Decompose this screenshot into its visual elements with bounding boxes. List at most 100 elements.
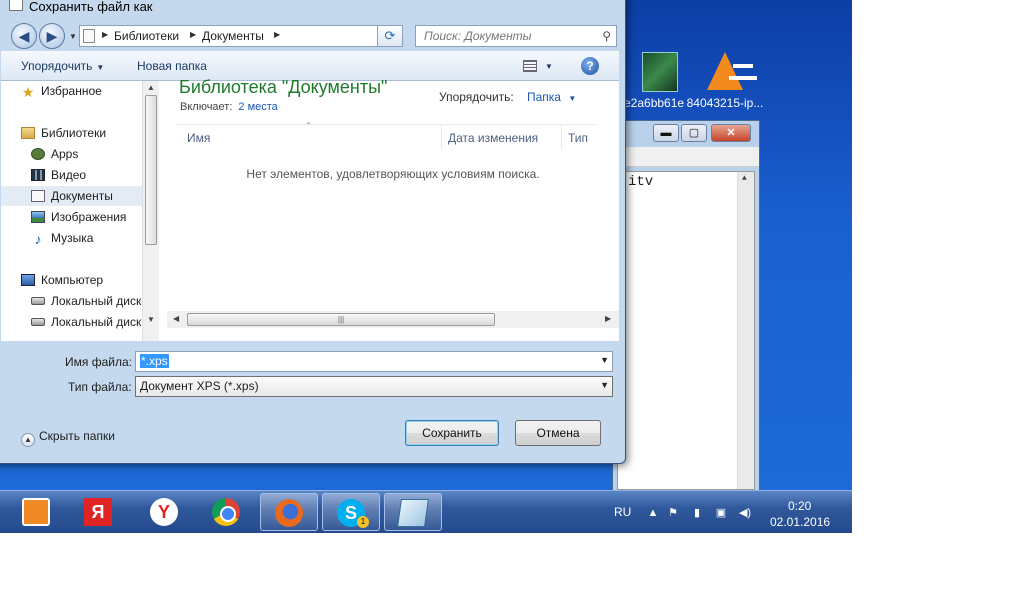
libraries-icon [21,127,35,139]
nav-label: Музыка [51,231,94,245]
scroll-left-arrow[interactable]: ◀ [173,314,179,323]
nav-item-images[interactable]: Изображения [1,207,142,227]
background-notepad-window[interactable]: ▬ ▢ ✕ itv ▲ [612,120,760,495]
show-hidden-icons-icon[interactable]: ▲ [646,507,660,519]
chevron-right-icon[interactable]: ▶ [190,30,196,39]
notepad-icon [397,499,429,527]
hide-folders-button[interactable]: ▲ Скрыть папки [21,429,115,447]
breadcrumb-libraries[interactable]: Библиотеки [114,29,179,43]
includes-locations-link[interactable]: 2 места [238,101,277,113]
taskbar-media-player[interactable] [8,493,66,531]
documents-icon [31,190,45,202]
new-folder-button[interactable]: Новая папка [137,59,207,73]
firefox-icon [275,499,303,527]
clock-time[interactable]: 0:20 [788,499,811,513]
taskbar-skype[interactable]: S 1 [322,493,380,531]
nav-item-music[interactable]: ♪ Музыка [1,228,142,248]
nav-item-computer[interactable]: Компьютер [1,270,142,290]
refresh-button[interactable]: ⟳ [377,25,403,47]
breadcrumb-documents[interactable]: Документы [202,29,264,43]
nav-item-documents[interactable]: Документы [1,186,142,206]
music-note-icon: ♪ [34,231,42,247]
nav-item-video[interactable]: Видео [1,165,142,185]
language-indicator[interactable]: RU [614,505,631,519]
column-header-name[interactable]: Имя [187,131,210,145]
forward-button[interactable]: ▶ [39,23,65,49]
hide-folders-label: Скрыть папки [39,429,115,443]
arrange-by-dropdown[interactable]: Папка ▼ [527,90,576,104]
taskbar-yandex[interactable]: Я [70,493,128,531]
navigation-pane: ★ Избранное Библиотеки Apps Видео Докумен… [1,81,159,341]
save-button[interactable]: Сохранить [405,420,499,446]
nav-label: Локальный диск [51,294,142,308]
history-dropdown-icon[interactable]: ▼ [69,32,77,41]
desktop-icon-image[interactable]: e2a6bb61e [618,52,688,110]
cancel-button[interactable]: Отмена [515,420,601,446]
scroll-thumb[interactable] [145,95,157,245]
chevron-down-icon[interactable]: ▼ [600,355,609,365]
search-icon[interactable]: ⚲ [602,29,611,43]
maximize-button[interactable]: ▢ [681,124,707,142]
desktop-icon-label: e2a6bb61e [624,96,685,110]
desktop-icon-vlc[interactable]: 84043215-ip... [684,52,766,110]
chevron-right-icon[interactable]: ▶ [102,30,108,39]
nav-item-libraries[interactable]: Библиотеки [1,123,142,143]
chrome-icon [212,498,240,526]
arrange-by-value: Папка [527,90,561,104]
nav-item-local-disk[interactable]: Локальный диск [1,312,142,332]
file-list-pane: Библиотека "Документы" Включает: 2 места … [167,77,619,341]
search-input[interactable]: Поиск: Документы ⚲ [415,25,617,47]
action-center-flag-icon[interactable]: ⚑ [666,507,680,519]
filename-input[interactable]: *.xps ▼ [135,351,613,372]
view-options-icon[interactable] [523,60,537,72]
organize-label: Упорядочить [21,59,93,73]
network-icon[interactable]: ▣ [714,507,728,519]
text-area[interactable]: itv ▲ [617,171,755,490]
window-caption: ▬ ▢ ✕ [613,121,759,147]
hard-disk-icon [31,318,45,326]
image-file-icon [642,52,678,92]
filetype-select[interactable]: Документ XPS (*.xps) ▼ [135,376,613,397]
apps-library-icon [31,148,45,160]
navigation-row: ◀ ▶ ▼ ▶ Библиотеки ▶ Документы ▶ ▼ ⟳ Пои… [0,17,625,53]
taskbar-firefox[interactable] [260,493,318,531]
close-button[interactable]: ✕ [711,124,751,142]
scroll-right-arrow[interactable]: ▶ [605,314,611,323]
column-header-date-modified[interactable]: Дата изменения [448,131,538,145]
taskbar-notepad[interactable] [384,493,442,531]
vlc-cone-icon [707,52,757,92]
help-icon[interactable]: ? [581,57,599,75]
nav-label: Apps [51,147,79,161]
taskbar-chrome[interactable] [198,493,256,531]
dialog-icon [9,0,23,11]
vertical-scrollbar[interactable]: ▲ [737,172,754,489]
hard-disk-icon [31,297,45,305]
filename-value: *.xps [140,354,169,368]
back-button[interactable]: ◀ [11,23,37,49]
column-separator [441,125,442,149]
nav-vertical-scrollbar[interactable]: ▲ ▼ [142,81,159,341]
nav-item-local-disk[interactable]: Локальный диск [1,291,142,311]
sort-up-arrow-icon: ⌃ [305,121,312,130]
scroll-up-arrow[interactable]: ▲ [147,83,155,92]
minimize-button[interactable]: ▬ [653,124,679,142]
scroll-thumb[interactable]: ||| [187,313,495,326]
menu-bar [613,147,759,167]
horizontal-scrollbar[interactable]: ◀ ||| ▶ [167,311,619,328]
nav-label: Документы [51,189,113,203]
scroll-up-arrow[interactable]: ▲ [742,174,747,183]
chevron-right-icon[interactable]: ▶ [274,30,280,39]
scroll-down-arrow[interactable]: ▼ [147,315,155,324]
chevron-down-icon[interactable]: ▼ [600,380,609,390]
folder-icon [83,29,95,43]
address-bar[interactable]: ▶ Библиотеки ▶ Документы ▶ ▼ [79,25,399,47]
view-dropdown-icon[interactable]: ▼ [545,62,553,71]
column-header-type[interactable]: Тип [568,131,588,145]
nav-item-apps[interactable]: Apps [1,144,142,164]
nav-item-favorites[interactable]: ★ Избранное [1,81,142,101]
volume-icon[interactable]: ◀) [738,507,752,519]
organize-button[interactable]: Упорядочить ▼ [21,59,104,73]
taskbar-yandex-browser[interactable]: Y [136,493,194,531]
clock-date[interactable]: 02.01.2016 [770,515,830,529]
power-icon[interactable]: ▮ [690,507,704,519]
